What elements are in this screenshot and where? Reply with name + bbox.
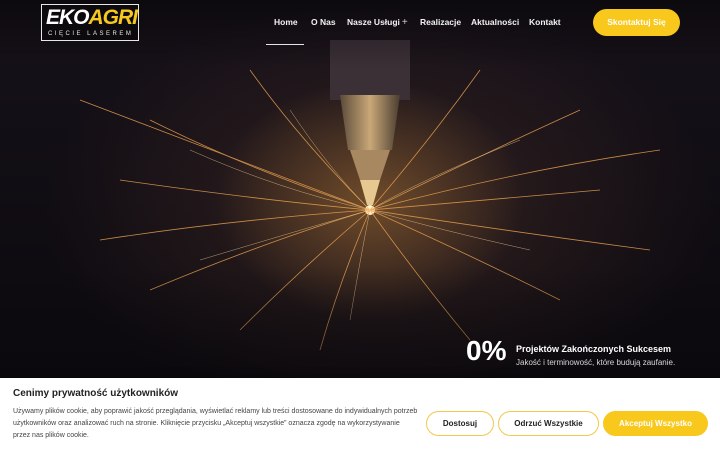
active-nav-indicator <box>266 44 304 45</box>
plus-icon: + <box>401 17 408 28</box>
nav-item-label: Nasze Usługi <box>347 17 400 27</box>
nav-item-nasze-uslugi[interactable]: Nasze Usługi + <box>347 16 408 29</box>
nav-item-o-nas[interactable]: O Nas <box>311 16 336 28</box>
logo-tagline: CIĘCIE LASEREM <box>48 31 134 37</box>
site-header: EKOAGRI CIĘCIE LASEREM Home O Nas Nasze … <box>0 0 720 46</box>
cookie-text: Używamy plików cookie, aby poprawić jako… <box>13 408 418 439</box>
nav-item-realizacje[interactable]: Realizacje <box>420 16 461 28</box>
hero-background <box>0 0 720 380</box>
stat-description: Jakość i terminowość, które budują zaufa… <box>516 358 676 367</box>
cookie-banner: Cenimy prywatność użytkowników Używamy p… <box>0 378 720 450</box>
stat-title: Projektów Zakończonych Sukcesem <box>516 344 672 354</box>
customize-button[interactable]: Dostosuj <box>426 411 494 436</box>
brand-logo[interactable]: EKOAGRI CIĘCIE LASEREM <box>41 4 139 41</box>
nav-item-aktualnosci[interactable]: Aktualności <box>471 16 519 28</box>
nav-item-kontakt[interactable]: Kontakt <box>529 16 561 28</box>
contact-button[interactable]: Skontaktuj Się <box>593 9 680 36</box>
cookie-title: Cenimy prywatność użytkowników <box>13 388 179 399</box>
stat-number: 0% <box>466 335 507 366</box>
reject-all-button[interactable]: Odrzuć Wszystkie <box>498 411 599 436</box>
logo-wordmark: EKOAGRI <box>46 6 138 29</box>
nav-item-home[interactable]: Home <box>274 16 298 28</box>
accept-all-button[interactable]: Akceptuj Wszystko <box>603 411 708 436</box>
